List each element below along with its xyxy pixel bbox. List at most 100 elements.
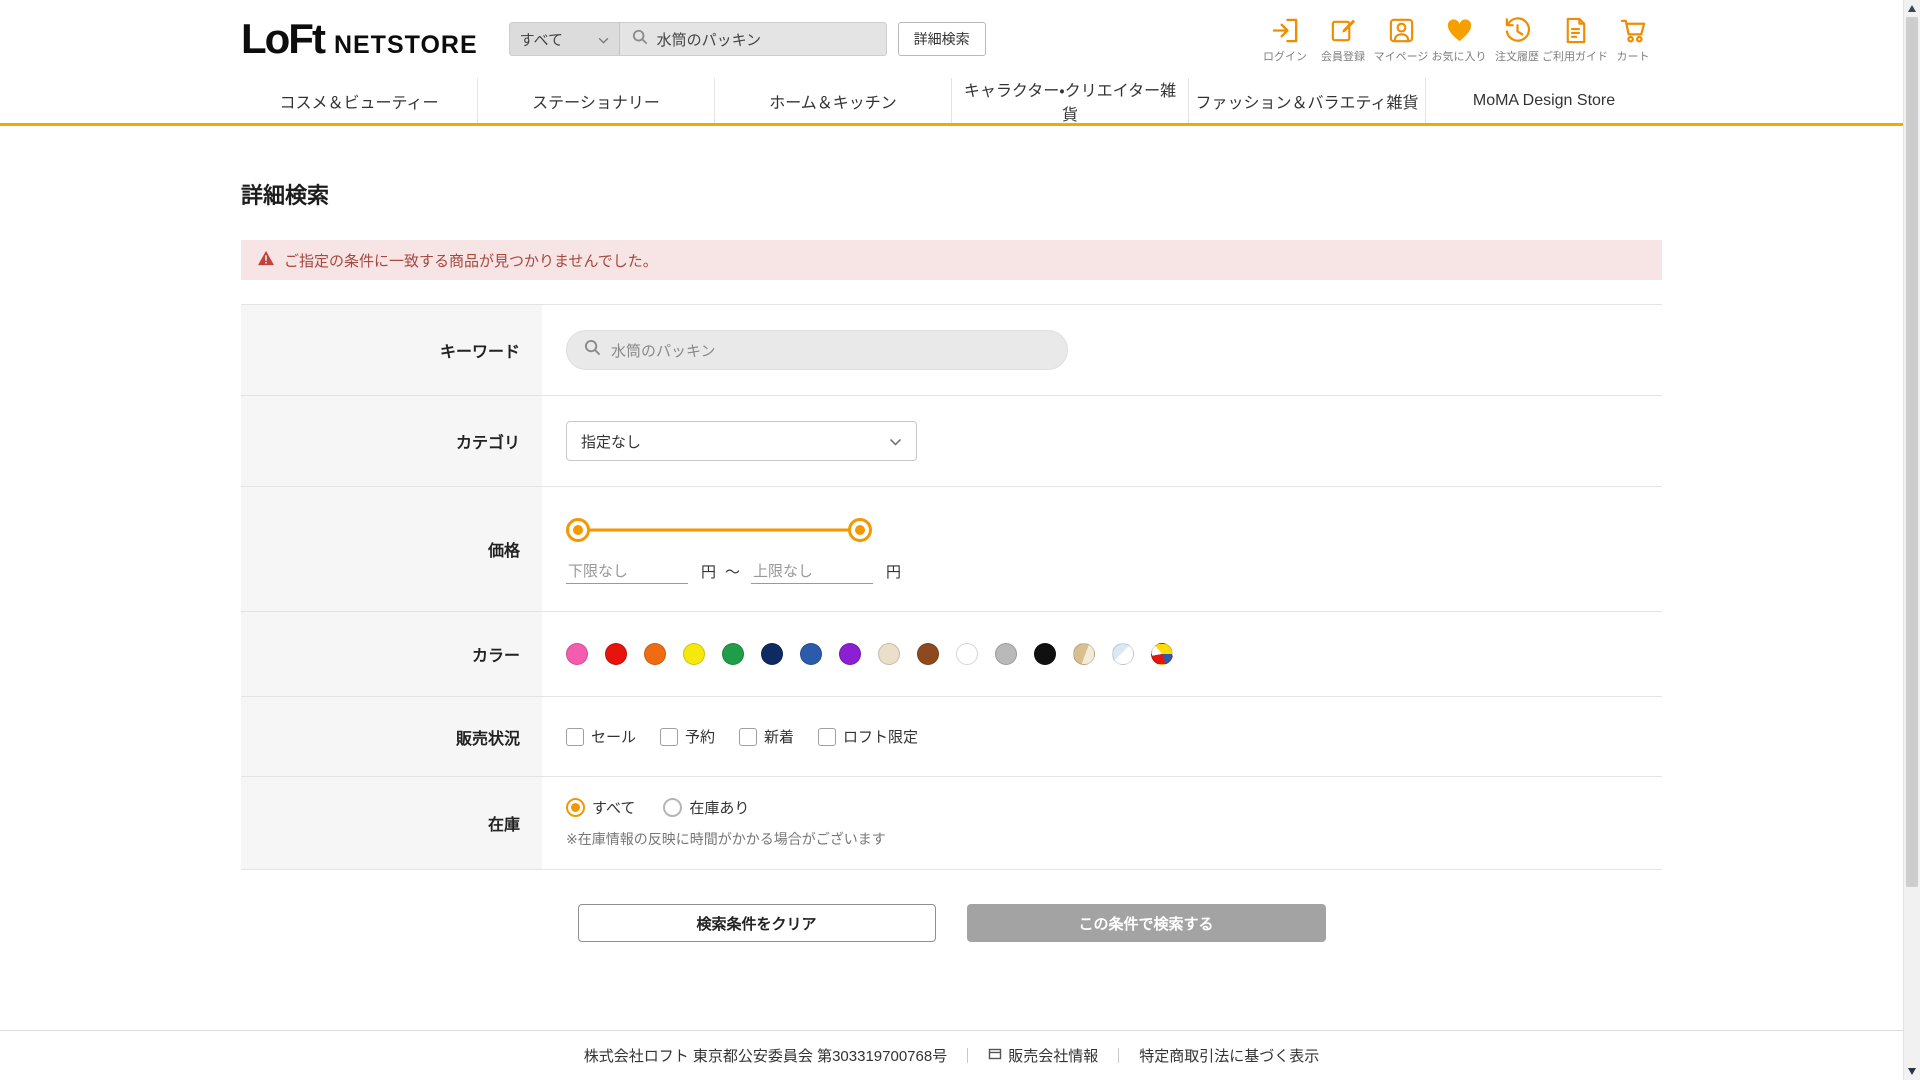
- nav-item-home-kitchen[interactable]: ホーム＆キッチン: [714, 78, 951, 123]
- utility-login[interactable]: ログイン: [1256, 14, 1314, 64]
- utility-mypage-label: マイページ: [1373, 51, 1429, 63]
- utility-favorites[interactable]: お気に入り: [1430, 14, 1488, 64]
- search-category-select[interactable]: すべて: [509, 23, 620, 55]
- form-row-category: カテゴリ 指定なし: [241, 396, 1662, 487]
- footer-link-company-info-label: 販売会社情報: [1008, 1048, 1099, 1065]
- page-viewport: LoFt NETSTORE すべて 水筒のパッキン 詳細検索 ログイン 会員登録…: [0, 0, 1903, 1080]
- color-swatch[interactable]: [1073, 643, 1095, 665]
- login-icon: [1271, 14, 1300, 46]
- logo-netstore-text: NETSTORE: [333, 31, 478, 59]
- slider-track: [578, 528, 860, 531]
- color-swatch[interactable]: [800, 643, 822, 665]
- price-inputs-row: 円 ～ 円: [566, 559, 1662, 584]
- checkbox-loft-limited[interactable]: ロフト限定: [818, 726, 918, 747]
- search-submit-button[interactable]: この条件で検索する: [966, 904, 1326, 942]
- guide-document-icon: [1561, 14, 1590, 46]
- nav-item-cosmetics[interactable]: コスメ＆ビューティー: [241, 78, 477, 123]
- heart-icon: [1445, 14, 1474, 46]
- field-label-keyword: キーワード: [241, 305, 542, 395]
- header-search-group: すべて 詳細検索: [508, 22, 986, 56]
- nav-item-moma[interactable]: MoMA Design Store: [1425, 78, 1662, 123]
- chevron-down-icon: [889, 433, 902, 450]
- color-swatch[interactable]: [761, 643, 783, 665]
- color-swatch[interactable]: [1034, 643, 1056, 665]
- price-min-input[interactable]: [566, 559, 688, 584]
- utility-guide-label: ご利用ガイド: [1542, 51, 1608, 63]
- scroll-up-arrow[interactable]: [1908, 5, 1916, 12]
- color-swatch[interactable]: [722, 643, 744, 665]
- color-swatch[interactable]: [917, 643, 939, 665]
- search-icon: [632, 29, 648, 50]
- radio-in-stock[interactable]: 在庫あり: [663, 797, 749, 818]
- radio-stock-all[interactable]: すべて: [566, 797, 635, 818]
- form-row-color: カラー: [241, 612, 1662, 697]
- loft-logo[interactable]: LoFt NETSTORE: [241, 15, 478, 63]
- color-swatch[interactable]: [878, 643, 900, 665]
- price-unit: 円: [701, 564, 717, 581]
- utility-register[interactable]: 会員登録: [1314, 14, 1372, 64]
- slider-handle-min[interactable]: [566, 517, 590, 542]
- search-field-wrap: [620, 29, 886, 50]
- utility-login-label: ログイン: [1263, 51, 1307, 63]
- register-pencil-icon: [1329, 14, 1358, 46]
- footer-link-company-info[interactable]: 販売会社情報: [988, 1045, 1098, 1066]
- site-footer: 株式会社ロフト 東京都公安委員会 第303319700768号 販売会社情報 特…: [0, 1030, 1903, 1080]
- scroll-down-arrow[interactable]: [1908, 1068, 1916, 1075]
- checkbox-reservation[interactable]: 予約: [660, 726, 715, 747]
- cart-icon: [1619, 14, 1648, 46]
- radio-button-selected: [566, 798, 585, 817]
- footer-link-transactions-law[interactable]: 特定商取引法に基づく表示: [1139, 1045, 1319, 1066]
- warning-icon: [257, 250, 275, 270]
- keyword-search-box: [566, 330, 1068, 370]
- scrollbar-thumb[interactable]: [1906, 17, 1918, 887]
- color-swatch[interactable]: [1151, 643, 1173, 665]
- sales-status-checkbox-group: セール 予約 新着 ロフト限定: [566, 726, 1662, 747]
- field-label-color: カラー: [241, 612, 542, 696]
- nav-list: コスメ＆ビューティー ステーショナリー ホーム＆キッチン キャラクター・クリエイ…: [241, 78, 1662, 124]
- footer-separator: [967, 1048, 969, 1063]
- category-select[interactable]: 指定なし: [566, 421, 917, 461]
- nav-item-character-goods[interactable]: キャラクター・クリエイター雑貨: [951, 78, 1188, 124]
- keyword-input[interactable]: [611, 341, 1050, 359]
- utility-cart-label: カート: [1616, 51, 1650, 63]
- chevron-down-icon: [598, 31, 609, 48]
- logo-loft-text: LoFt: [241, 15, 326, 62]
- radio-in-stock-label: 在庫あり: [689, 800, 750, 817]
- clear-filters-button[interactable]: 検索条件をクリア: [577, 904, 936, 942]
- utility-history[interactable]: 注文履歴: [1488, 14, 1546, 64]
- field-label-category: カテゴリ: [241, 396, 542, 486]
- checkbox-new-arrival[interactable]: 新着: [739, 726, 794, 747]
- nav-item-fashion-variety[interactable]: ファッション＆バラエティ雑貨: [1188, 78, 1425, 123]
- form-row-keyword: キーワード: [241, 305, 1662, 396]
- color-swatch[interactable]: [683, 643, 705, 665]
- search-icon: [584, 339, 601, 361]
- price-range-separator: ～: [725, 564, 741, 581]
- header-search-input[interactable]: [656, 30, 874, 48]
- utility-cart[interactable]: カート: [1604, 14, 1662, 64]
- color-swatch[interactable]: [995, 643, 1017, 665]
- color-swatch[interactable]: [839, 643, 861, 665]
- color-swatch[interactable]: [1112, 643, 1134, 665]
- utility-favorites-label: お気に入り: [1431, 51, 1487, 63]
- scrollbar[interactable]: [1903, 0, 1920, 1080]
- checkbox-box: [739, 727, 758, 746]
- color-swatch[interactable]: [644, 643, 666, 665]
- price-max-input[interactable]: [751, 559, 874, 584]
- slider-handle-max[interactable]: [848, 517, 872, 542]
- color-swatch[interactable]: [605, 643, 627, 665]
- radio-stock-all-label: すべて: [592, 800, 636, 817]
- color-swatch[interactable]: [956, 643, 978, 665]
- footer-company-text: 株式会社ロフト 東京都公安委員会 第303319700768号: [583, 1048, 948, 1065]
- search-category-value: すべて: [519, 31, 563, 49]
- checkbox-reservation-label: 予約: [685, 729, 716, 746]
- utility-guide[interactable]: ご利用ガイド: [1542, 14, 1608, 64]
- form-row-price: 価格 円 ～ 円: [241, 487, 1662, 612]
- advanced-search-button[interactable]: 詳細検索: [897, 22, 986, 56]
- checkbox-loft-limited-label: ロフト限定: [843, 729, 919, 746]
- utility-mypage[interactable]: マイページ: [1372, 14, 1430, 64]
- nav-item-stationery[interactable]: ステーショナリー: [477, 78, 714, 123]
- main-nav: コスメ＆ビューティー ステーショナリー ホーム＆キッチン キャラクター・クリエイ…: [0, 78, 1903, 126]
- form-row-sales-status: 販売状況 セール 予約 新着 ロフト限定: [241, 697, 1662, 777]
- checkbox-sale[interactable]: セール: [566, 726, 636, 747]
- color-swatch[interactable]: [566, 643, 588, 665]
